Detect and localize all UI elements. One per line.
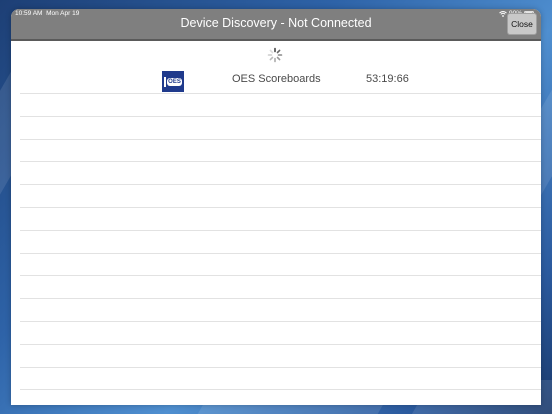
empty-row (20, 368, 541, 391)
empty-row (20, 94, 541, 117)
title-bar: 10:59 AM Mon Apr 19 90% Device Discovery… (11, 9, 541, 39)
empty-row (20, 322, 541, 345)
device-discovery-modal: 10:59 AM Mon Apr 19 90% Device Discovery… (11, 9, 541, 405)
ipad-screen: 10:59 AM Mon Apr 19 90% Device Discovery… (0, 0, 552, 414)
loading-spinner-icon (267, 47, 283, 63)
empty-row (20, 162, 541, 186)
page-title: Device Discovery - Not Connected (180, 16, 372, 30)
empty-row (20, 231, 541, 254)
logo-text: OES (167, 77, 182, 86)
device-id: 53:19:66 (366, 73, 409, 85)
empty-row (20, 117, 541, 140)
empty-row (20, 254, 541, 277)
device-row[interactable]: OES OES Scoreboards 53:19:66 (20, 67, 541, 94)
title-bar-divider (11, 39, 541, 41)
device-name: OES Scoreboards (232, 73, 321, 85)
empty-row (20, 185, 541, 208)
empty-row (20, 299, 541, 322)
empty-row (20, 140, 541, 163)
empty-row (20, 276, 541, 300)
close-button[interactable]: Close (507, 13, 537, 35)
device-list: OES OES Scoreboards 53:19:66 (20, 67, 541, 391)
oes-logo-icon: OES (162, 71, 184, 92)
empty-row (20, 345, 541, 368)
empty-row (20, 208, 541, 231)
